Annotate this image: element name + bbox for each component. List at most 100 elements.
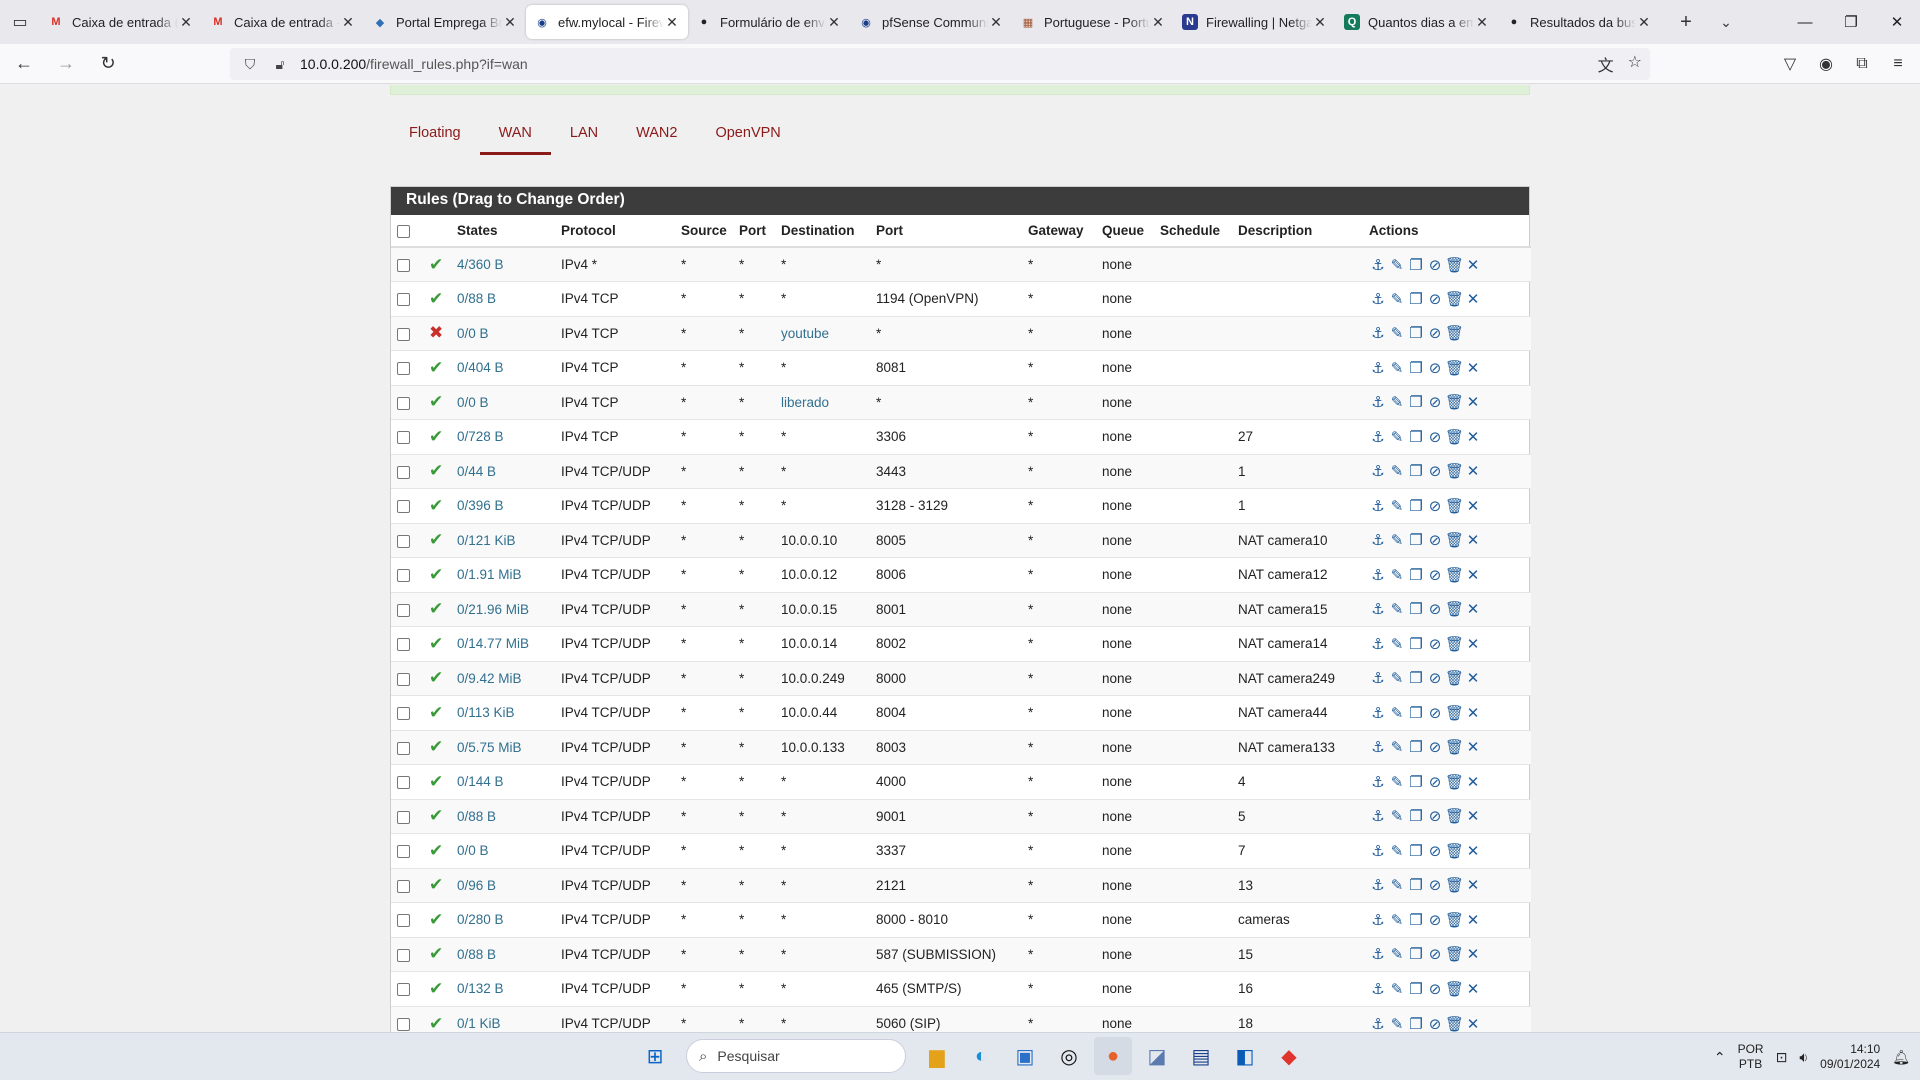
disable-icon[interactable]: ⊘ [1426, 704, 1445, 722]
edit-icon[interactable]: ✎ [1388, 980, 1407, 998]
pass-check-icon[interactable]: ✔ [429, 1014, 443, 1033]
destination-value[interactable]: youtube [781, 326, 829, 341]
tab-wan[interactable]: WAN [479, 115, 551, 155]
edit-icon[interactable]: ✎ [1388, 911, 1407, 929]
minimize-icon[interactable]: — [1782, 0, 1828, 44]
firefox-icon[interactable]: ● [1094, 1037, 1132, 1075]
remove-icon[interactable]: ✕ [1464, 980, 1483, 998]
disable-icon[interactable]: ⊘ [1426, 393, 1445, 411]
states-link[interactable]: 0/88 B [457, 947, 496, 962]
pass-check-icon[interactable]: ✔ [429, 289, 443, 308]
delete-icon[interactable]: 🗑︎ [1445, 635, 1464, 653]
delete-icon[interactable]: 🗑︎ [1445, 324, 1464, 342]
row-checkbox[interactable] [397, 293, 410, 307]
table-row[interactable]: ✔ 0/1.91 MiB IPv4 TCP/UDP * * 10.0.0.12 8006 * n… [391, 557, 1531, 592]
close-tab-icon[interactable]: ✕ [178, 14, 194, 31]
block-x-icon[interactable]: ✖ [429, 323, 443, 342]
new-tab-icon[interactable]: + [1666, 11, 1706, 34]
pass-check-icon[interactable]: ✔ [429, 427, 443, 446]
close-tab-icon[interactable]: ✕ [1150, 14, 1166, 31]
account-icon[interactable]: ◉ [1812, 54, 1840, 74]
notification-bell-icon[interactable]: 🔔︎ [1892, 1049, 1910, 1066]
row-checkbox[interactable] [397, 396, 410, 410]
edit-icon[interactable]: ✎ [1388, 531, 1407, 549]
dell-icon[interactable]: ◎ [1050, 1037, 1088, 1075]
row-checkbox[interactable] [397, 431, 410, 445]
states-link[interactable]: 0/88 B [457, 291, 496, 306]
table-row[interactable]: ✔ 4/360 B IPv4 * * * * * * none ⚓ ✎ ❐ ⊘ 🗑︎ ✕ [391, 246, 1531, 282]
col-header[interactable]: Source [675, 215, 733, 248]
edit-icon[interactable]: ✎ [1388, 324, 1407, 342]
delete-icon[interactable]: 🗑︎ [1445, 773, 1464, 791]
row-checkbox[interactable] [397, 569, 410, 583]
pass-check-icon[interactable]: ✔ [429, 634, 443, 653]
remove-icon[interactable]: ✕ [1464, 359, 1483, 377]
row-checkbox[interactable] [397, 776, 410, 790]
copy-icon[interactable]: ❐ [1407, 807, 1426, 825]
pass-check-icon[interactable]: ✔ [429, 255, 443, 274]
tab-list-icon[interactable]: ▭ [0, 0, 40, 44]
states-link[interactable]: 0/132 B [457, 981, 504, 996]
row-checkbox[interactable] [397, 500, 410, 514]
remove-icon[interactable]: ✕ [1464, 842, 1483, 860]
disable-icon[interactable]: ⊘ [1426, 462, 1445, 480]
remove-icon[interactable]: ✕ [1464, 773, 1483, 791]
disable-icon[interactable]: ⊘ [1426, 773, 1445, 791]
browser-tab[interactable]: N Firewalling | Netgat ✕ [1174, 5, 1336, 39]
delete-icon[interactable]: 🗑︎ [1445, 911, 1464, 929]
anchor-icon[interactable]: ⚓ [1369, 531, 1388, 549]
copy-icon[interactable]: ❐ [1407, 566, 1426, 584]
col-header[interactable]: Schedule [1154, 215, 1232, 248]
states-link[interactable]: 0/121 KiB [457, 533, 516, 548]
windows-start-icon[interactable]: ⊞ [636, 1037, 674, 1075]
states-link[interactable]: 0/0 B [457, 395, 489, 410]
close-tab-icon[interactable]: ✕ [502, 14, 518, 31]
translate-icon[interactable]: 文 [1598, 52, 1614, 76]
states-link[interactable]: 0/44 B [457, 464, 496, 479]
edit-icon[interactable]: ✎ [1388, 497, 1407, 515]
remove-icon[interactable]: ✕ [1464, 669, 1483, 687]
browser-tab[interactable]: ◆ Portal Emprega Bra ✕ [364, 5, 526, 39]
remove-icon[interactable]: ✕ [1464, 945, 1483, 963]
states-link[interactable]: 0/396 B [457, 498, 504, 513]
taskbar-search[interactable]: ⌕ Pesquisar [686, 1039, 906, 1073]
address-bar[interactable]: ⛉ 🔓︎ 10.0.0.200/firewall_rules.php?if=wa… [230, 48, 1650, 80]
row-checkbox[interactable] [397, 1017, 410, 1031]
table-row[interactable]: ✔ 0/280 B IPv4 TCP/UDP * * * 8000 - 8010 * none c… [391, 902, 1531, 937]
copy-icon[interactable]: ❐ [1407, 290, 1426, 308]
remove-icon[interactable]: ✕ [1464, 738, 1483, 756]
browser-tab[interactable]: Q Quantos dias a emp ✕ [1336, 5, 1498, 39]
select-all-checkbox[interactable] [397, 224, 410, 238]
copy-icon[interactable]: ❐ [1407, 842, 1426, 860]
edit-icon[interactable]: ✎ [1388, 1015, 1407, 1033]
disable-icon[interactable]: ⊘ [1426, 256, 1445, 274]
remove-icon[interactable]: ✕ [1464, 256, 1483, 274]
anchor-icon[interactable]: ⚓ [1369, 290, 1388, 308]
edit-icon[interactable]: ✎ [1388, 600, 1407, 618]
anchor-icon[interactable]: ⚓ [1369, 704, 1388, 722]
copy-icon[interactable]: ❐ [1407, 462, 1426, 480]
delete-icon[interactable]: 🗑︎ [1445, 497, 1464, 515]
col-header[interactable]: States [451, 215, 555, 248]
remove-icon[interactable]: ✕ [1464, 462, 1483, 480]
destination-value[interactable]: liberado [781, 395, 829, 410]
disable-icon[interactable]: ⊘ [1426, 359, 1445, 377]
anchor-icon[interactable]: ⚓ [1369, 566, 1388, 584]
disable-icon[interactable]: ⊘ [1426, 842, 1445, 860]
copy-icon[interactable]: ❐ [1407, 324, 1426, 342]
states-link[interactable]: 0/21.96 MiB [457, 602, 529, 617]
remove-icon[interactable]: ✕ [1464, 428, 1483, 446]
menu-icon[interactable]: ≡ [1884, 55, 1912, 73]
edit-icon[interactable]: ✎ [1388, 462, 1407, 480]
table-row[interactable]: ✔ 0/0 B IPv4 TCP/UDP * * * 3337 * none 7 ⚓ ✎ ❐ ⊘ 🗑︎ ✕ [391, 833, 1531, 868]
edit-icon[interactable]: ✎ [1388, 945, 1407, 963]
anchor-icon[interactable]: ⚓ [1369, 393, 1388, 411]
remove-icon[interactable]: ✕ [1464, 876, 1483, 894]
pass-check-icon[interactable]: ✔ [429, 461, 443, 480]
disable-icon[interactable]: ⊘ [1426, 635, 1445, 653]
delete-icon[interactable]: 🗑︎ [1445, 359, 1464, 377]
states-link[interactable]: 0/14.77 MiB [457, 636, 529, 651]
copy-icon[interactable]: ❐ [1407, 635, 1426, 653]
anchor-icon[interactable]: ⚓ [1369, 324, 1388, 342]
network-app-icon[interactable]: ▤ [1182, 1037, 1220, 1075]
